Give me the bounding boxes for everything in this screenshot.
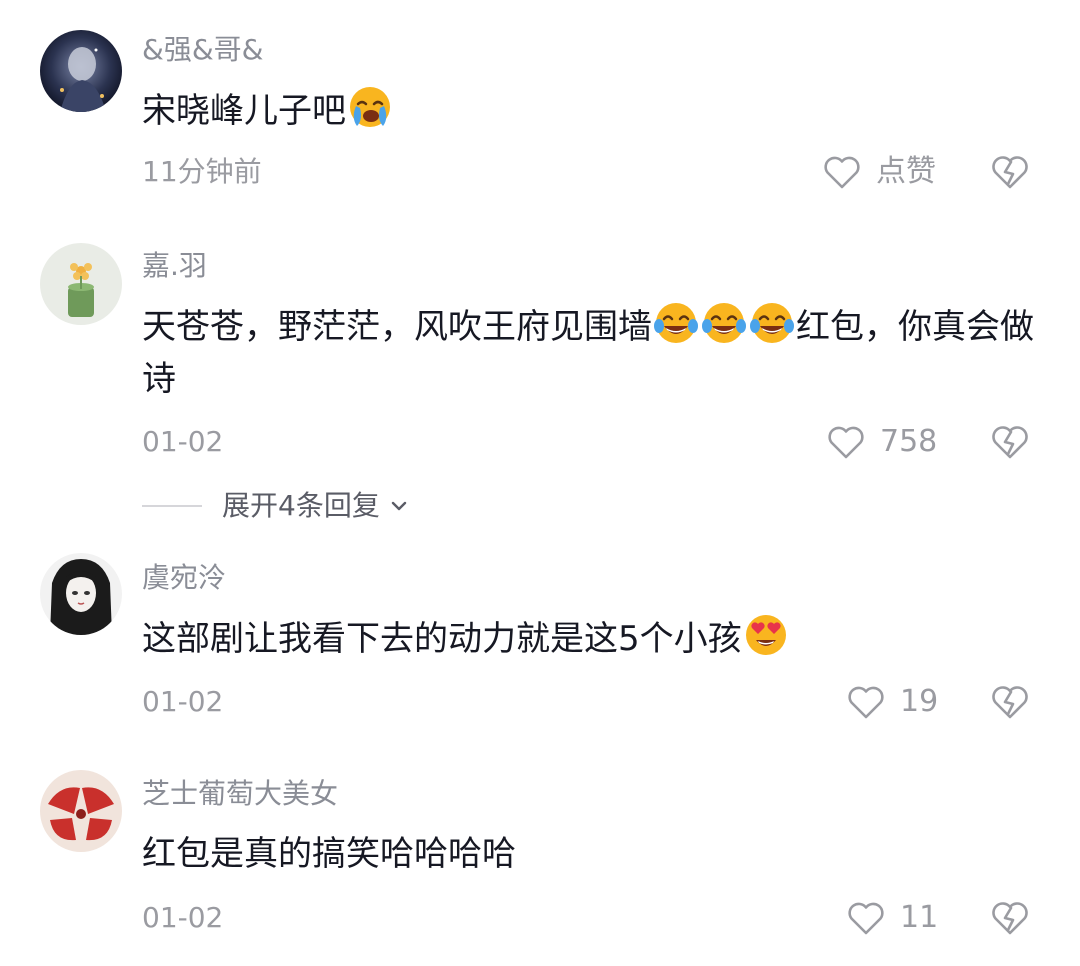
- broken-heart-icon: [992, 156, 1028, 189]
- comment-text: 这部剧让我看下去的动力就是这5个小孩: [142, 612, 1042, 665]
- expand-replies-label: 展开4条回复: [222, 489, 380, 522]
- username[interactable]: 嘉.羽: [142, 248, 207, 284]
- chevron-down-icon: [391, 501, 407, 511]
- comment-text: 宋晓峰儿子吧: [142, 84, 1042, 137]
- like-button[interactable]: 19: [846, 682, 938, 722]
- heart-eyes-emoji: [745, 615, 786, 655]
- dislike-button[interactable]: [990, 683, 1030, 721]
- like-button[interactable]: 点赞: [822, 152, 936, 192]
- comment-text-part: 红包是真的搞笑哈哈哈哈: [142, 834, 516, 874]
- comment-text-part: 天苍苍，野茫茫，风吹王府见围墙: [142, 307, 652, 347]
- username[interactable]: 芝士葡萄大美女: [142, 776, 338, 812]
- crying-face-emoji: [350, 87, 390, 127]
- heart-icon: [824, 156, 860, 189]
- like-count: 11: [900, 900, 939, 935]
- tears-of-joy-emoji: [654, 303, 698, 343]
- comment-time: 01-02: [142, 685, 224, 718]
- username[interactable]: 虞宛泠: [142, 560, 226, 596]
- avatar[interactable]: [40, 770, 122, 852]
- like-count: 758: [880, 424, 938, 459]
- comment-text-part: 宋晓峰儿子吧: [142, 91, 346, 131]
- like-button[interactable]: 758: [826, 422, 937, 462]
- broken-heart-icon: [992, 902, 1028, 935]
- comment-time: 01-02: [142, 901, 224, 934]
- dislike-button[interactable]: [990, 899, 1030, 937]
- tears-of-joy-emoji: [750, 303, 794, 343]
- comment-time: 11分钟前: [142, 155, 262, 188]
- heart-icon: [828, 426, 864, 459]
- broken-heart-icon: [992, 426, 1028, 459]
- heart-icon: [848, 686, 884, 719]
- avatar[interactable]: [40, 30, 122, 112]
- comment-time: 01-02: [142, 425, 224, 458]
- tears-of-joy-emoji: [702, 303, 746, 343]
- like-button[interactable]: 11: [846, 898, 938, 938]
- expand-replies-button[interactable]: 展开4条回复: [142, 486, 408, 526]
- username[interactable]: &强&哥&: [142, 32, 264, 68]
- dislike-button[interactable]: [990, 423, 1030, 461]
- heart-icon: [848, 902, 884, 935]
- like-count: 19: [900, 684, 939, 719]
- dislike-button[interactable]: [990, 153, 1030, 191]
- comment-text: 天苍苍，野茫茫，风吹王府见围墙 红包，你真会做诗: [142, 300, 1042, 405]
- comment-text: 红包是真的搞笑哈哈哈哈: [142, 828, 1042, 880]
- divider-line: [142, 505, 202, 507]
- broken-heart-icon: [992, 686, 1028, 719]
- comment-text-part: 这部剧让我看下去的动力就是这5个小孩: [142, 619, 742, 659]
- like-count: 点赞: [876, 154, 936, 189]
- avatar[interactable]: [40, 243, 122, 325]
- avatar[interactable]: [40, 553, 122, 635]
